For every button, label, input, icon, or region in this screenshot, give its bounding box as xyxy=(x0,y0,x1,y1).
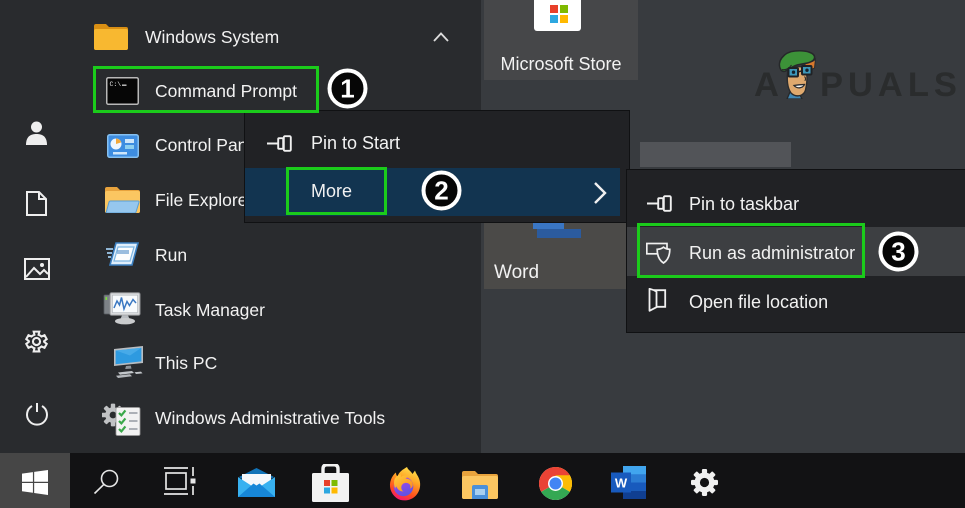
svg-text:W: W xyxy=(615,476,628,491)
svg-text:1: 1 xyxy=(340,74,354,104)
svg-text:2: 2 xyxy=(434,176,448,206)
svg-text:3: 3 xyxy=(891,237,905,267)
